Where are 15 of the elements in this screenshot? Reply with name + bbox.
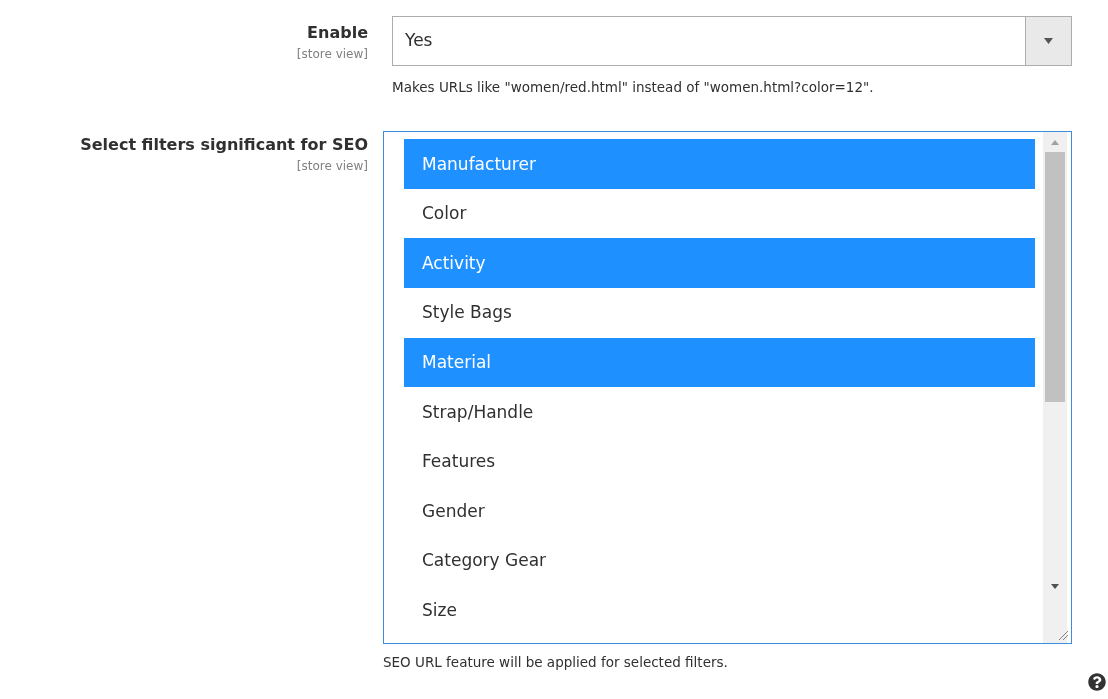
resize-handle-icon[interactable] <box>1058 630 1069 642</box>
enable-select[interactable]: Yes <box>392 16 1072 66</box>
scope-label: [store view] <box>296 158 368 176</box>
scope-label: [store view] <box>296 46 368 63</box>
field-label: Enable <box>307 22 368 44</box>
field-note: Makes URLs like "women/red.html" instead of "women.html?color=12". <box>392 78 875 97</box>
filters-listbox[interactable]: Manufacturer Color Activity Style Bags Material Strap/Handle Features Gender Category Gear Size <box>383 131 1072 645</box>
field-note: SEO URL feature will be applied for selected filters. <box>383 653 728 673</box>
dropdown-caret-icon <box>1044 38 1053 44</box>
scroll-down-icon <box>1051 584 1059 590</box>
scrollbar[interactable] <box>1043 132 1067 644</box>
scrollbar-thumb[interactable] <box>1045 152 1065 403</box>
field-label: Select filters significant for SEO <box>80 134 368 157</box>
help-icon[interactable] <box>1088 673 1106 691</box>
scroll-up-icon <box>1051 140 1059 146</box>
